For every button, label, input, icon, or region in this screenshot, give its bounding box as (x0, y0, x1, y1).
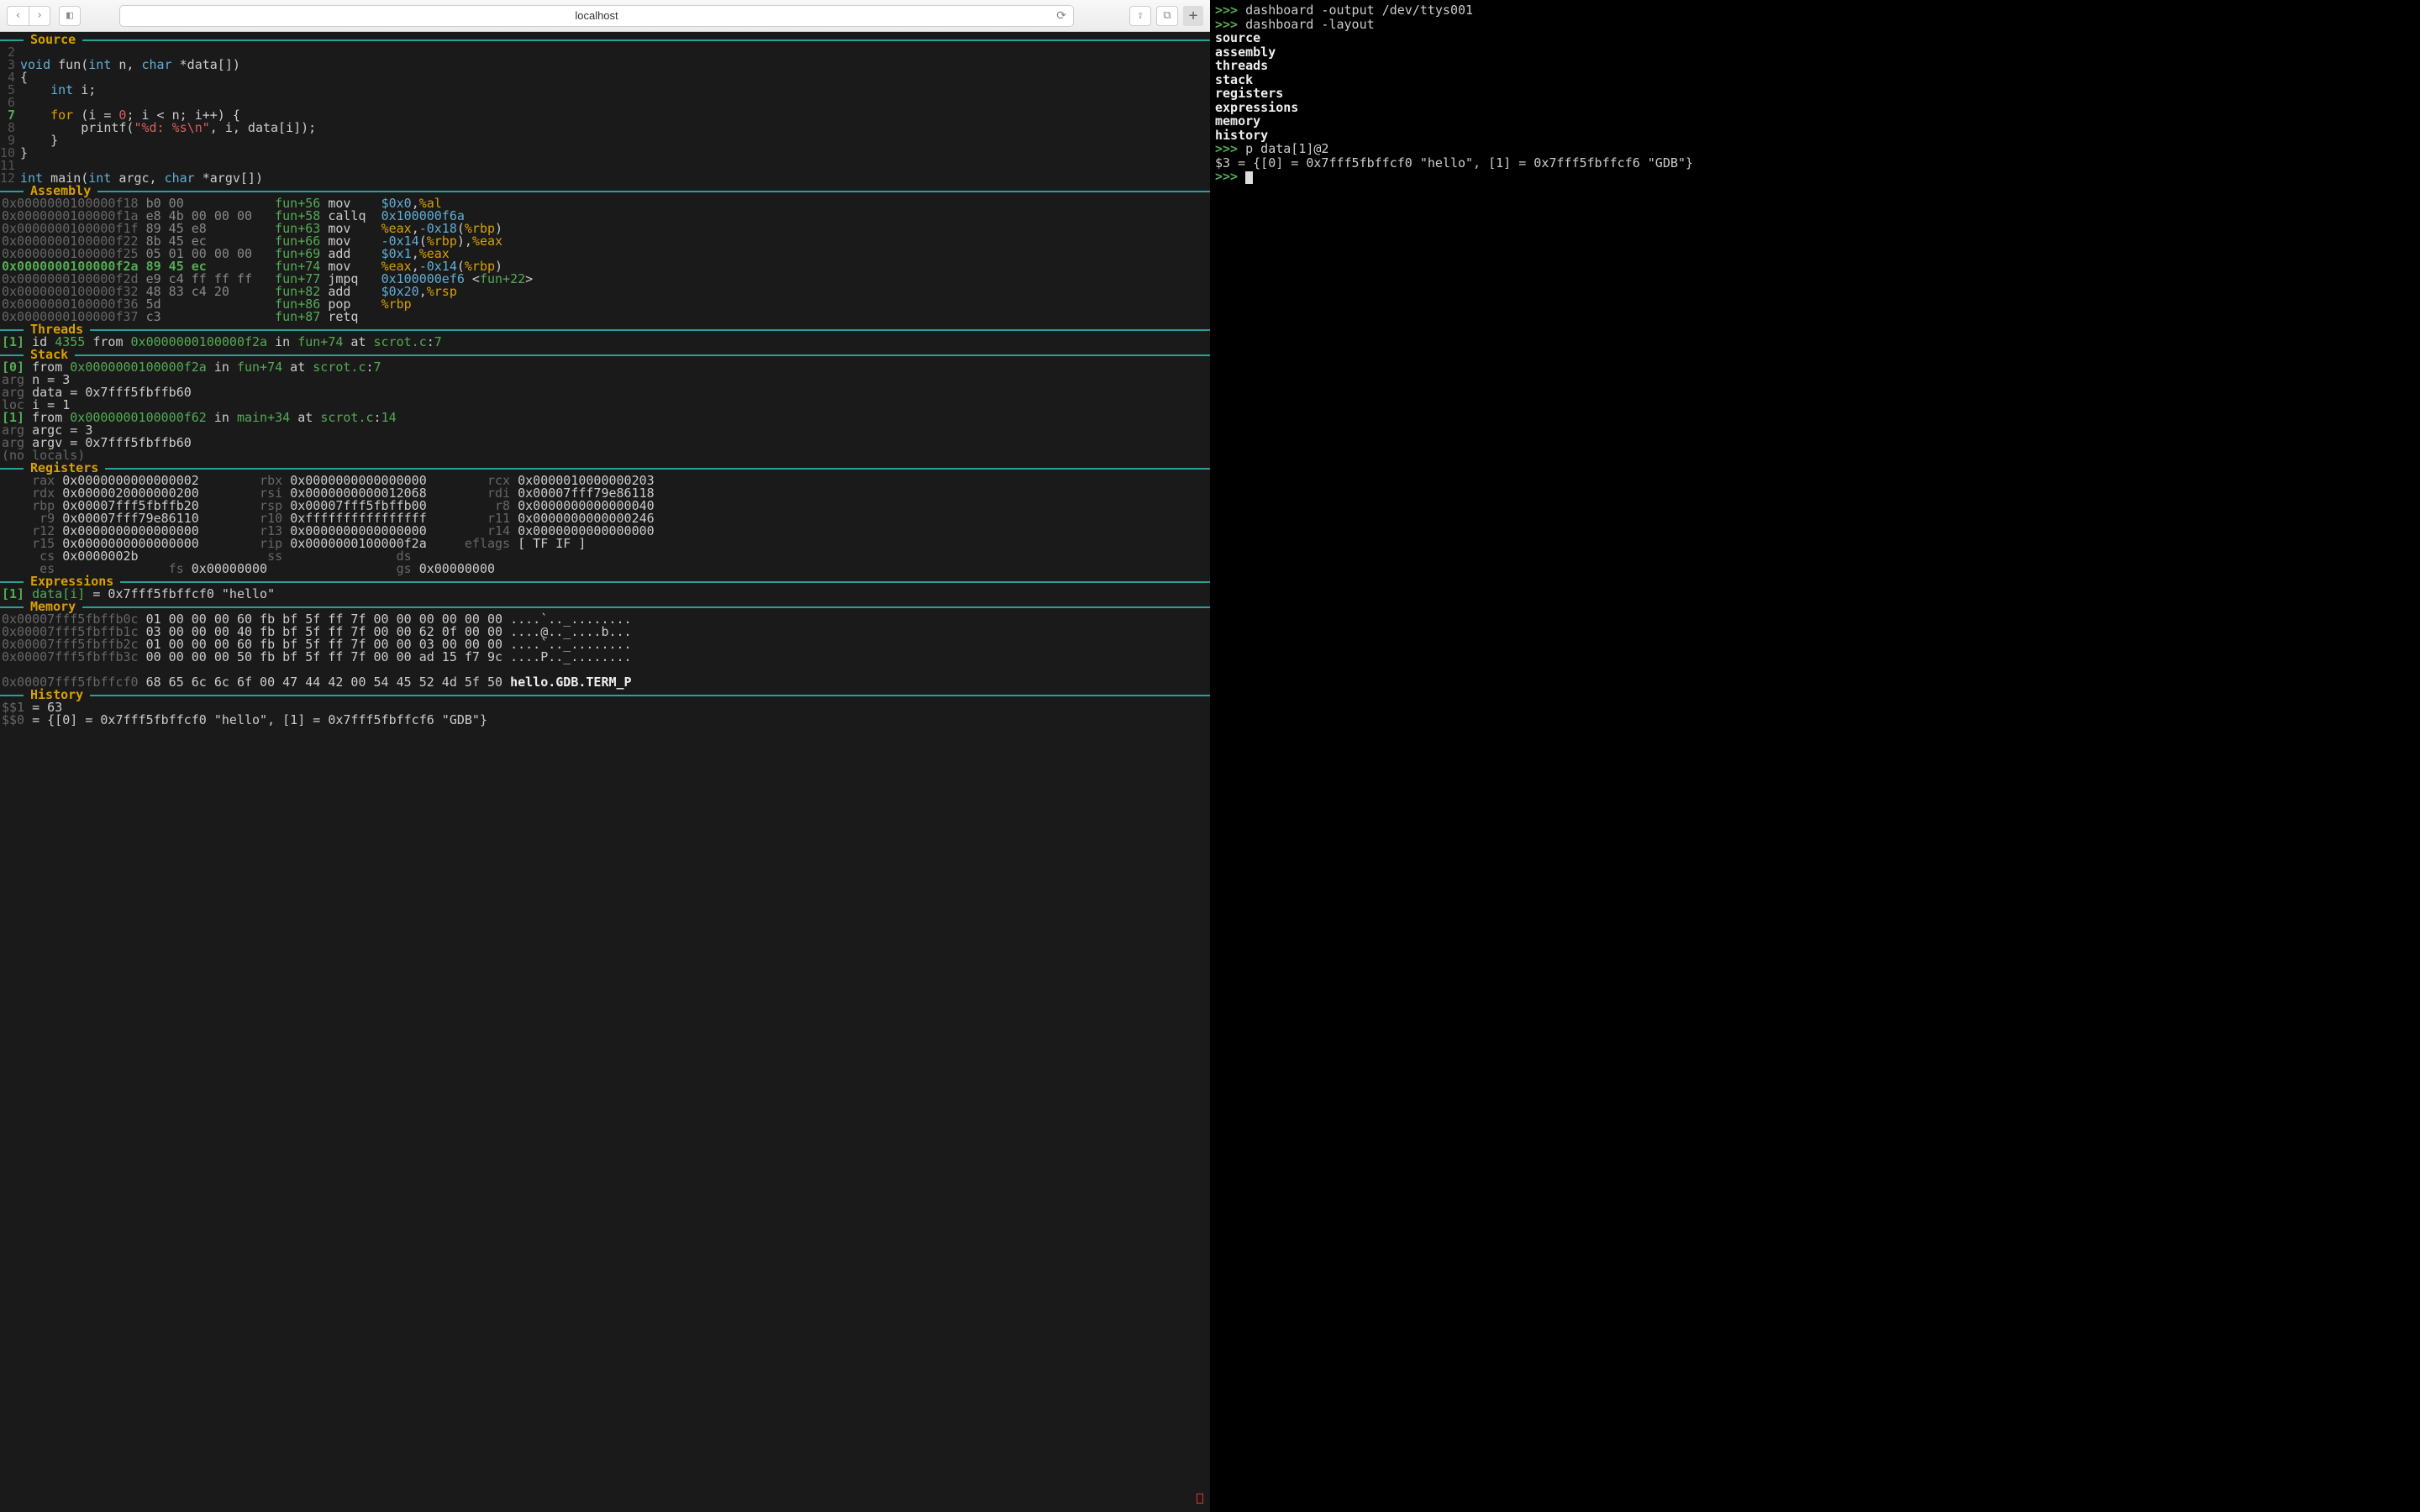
history-block: $$1 = 63$$0 = {[0] = 0x7fff5fbffcf0 "hel… (0, 701, 1210, 727)
section-history-header: History (0, 689, 1210, 701)
url-text: localhost (575, 9, 618, 22)
source-line: 5 int i; (0, 84, 1210, 97)
terminal-line: >>> p data[1]@2 (1215, 142, 2415, 156)
terminal-line: registers (1215, 87, 2415, 101)
asm-line: 0x0000000100000f37 c3 fun+87 retq (0, 311, 1210, 323)
terminal-line: >>> dashboard -output /dev/ttys001 (1215, 3, 2415, 18)
terminal-line: >>> (1215, 170, 2415, 184)
history-line: $$0 = {[0] = 0x7fff5fbffcf0 "hello", [1]… (0, 714, 1210, 727)
expression-line: [1] data[i] = 0x7fff5fbffcf0 "hello" (0, 588, 1210, 601)
source-block: 23void fun(int n, char *data[])4{5 int i… (0, 46, 1210, 185)
section-source-header: Source (0, 34, 1210, 46)
browser-toolbar: ‹ › ◧ localhost ⟳ ⇪ ⧉ + (0, 0, 1210, 32)
reload-icon[interactable]: ⟳ (1056, 8, 1066, 23)
section-title-source: Source (27, 34, 79, 46)
terminal-line: assembly (1215, 45, 2415, 60)
source-line: 10} (0, 147, 1210, 160)
terminal-line: $3 = {[0] = 0x7fff5fbffcf0 "hello", [1] … (1215, 156, 2415, 171)
terminal-line: memory (1215, 114, 2415, 129)
stack-line: arg data = 0x7fff5fbffb60 (0, 386, 1210, 399)
cursor-indicator (1197, 1494, 1203, 1504)
source-line: 8 printf("%d: %s\n", i, data[i]); (0, 122, 1210, 134)
sidebar-toggle-button[interactable]: ◧ (59, 6, 81, 26)
memory-line: 0x00007fff5fbffb3c 00 00 00 00 50 fb bf … (0, 651, 1210, 664)
tabs-button[interactable]: ⧉ (1156, 6, 1178, 26)
code-text: void fun(int n, char *data[]) (20, 59, 240, 71)
threads-block: [1] id 4355 from 0x0000000100000f2a in f… (0, 336, 1210, 349)
stack-line: [1] from 0x0000000100000f62 in main+34 a… (0, 412, 1210, 424)
terminal-output: >>> dashboard -output /dev/ttys001>>> da… (1215, 3, 2415, 184)
new-tab-button[interactable]: + (1183, 6, 1203, 26)
assembly-block: 0x0000000100000f18 b0 00 fun+56 mov $0x0… (0, 197, 1210, 323)
gdb-dashboard: Source 23void fun(int n, char *data[])4{… (0, 32, 1210, 1512)
source-line: 4{ (0, 71, 1210, 84)
register-row: es fs 0x00000000 gs 0x00000000 (0, 563, 1210, 575)
source-line: 3void fun(int n, char *data[]) (0, 59, 1210, 71)
code-text: printf("%d: %s\n", i, data[i]); (20, 122, 316, 134)
terminal-pane[interactable]: >>> dashboard -output /dev/ttys001>>> da… (1210, 0, 2420, 1512)
terminal-line: threads (1215, 59, 2415, 73)
app-root: ‹ › ◧ localhost ⟳ ⇪ ⧉ + Source 23void fu… (0, 0, 2420, 1512)
code-text: int i; (20, 84, 96, 97)
memory-block: 0x00007fff5fbffb0c 01 00 00 00 60 fb bf … (0, 613, 1210, 689)
line-number: 12 (0, 172, 20, 185)
back-button[interactable]: ‹ (7, 6, 29, 26)
stack-line: (no locals) (0, 449, 1210, 462)
toolbar-right: ⇪ ⧉ + (1129, 6, 1203, 26)
expressions-block: [1] data[i] = 0x7fff5fbffcf0 "hello" (0, 588, 1210, 601)
terminal-cursor (1245, 171, 1253, 184)
stack-line: [0] from 0x0000000100000f2a in fun+74 at… (0, 361, 1210, 374)
terminal-line: source (1215, 31, 2415, 45)
terminal-line: >>> dashboard -layout (1215, 18, 2415, 32)
registers-block: rax 0x0000000000000002 rbx 0x00000000000… (0, 475, 1210, 575)
thread-line: [1] id 4355 from 0x0000000100000f2a in f… (0, 336, 1210, 349)
left-pane: ‹ › ◧ localhost ⟳ ⇪ ⧉ + Source 23void fu… (0, 0, 1210, 1512)
forward-button[interactable]: › (29, 6, 50, 26)
terminal-line: history (1215, 129, 2415, 143)
memory-line: 0x00007fff5fbffcf0 68 65 6c 6c 6f 00 47 … (0, 676, 1210, 689)
share-button[interactable]: ⇪ (1129, 6, 1151, 26)
stack-block: [0] from 0x0000000100000f2a in fun+74 at… (0, 361, 1210, 462)
code-text: } (20, 147, 28, 160)
terminal-line: stack (1215, 73, 2415, 87)
source-line: 12int main(int argc, char *argv[]) (0, 172, 1210, 185)
stack-line: arg argv = 0x7fff5fbffb60 (0, 437, 1210, 449)
terminal-line: expressions (1215, 101, 2415, 115)
nav-group: ‹ › (7, 6, 50, 26)
source-line: 9 } (0, 134, 1210, 147)
url-bar[interactable]: localhost ⟳ (119, 5, 1074, 27)
